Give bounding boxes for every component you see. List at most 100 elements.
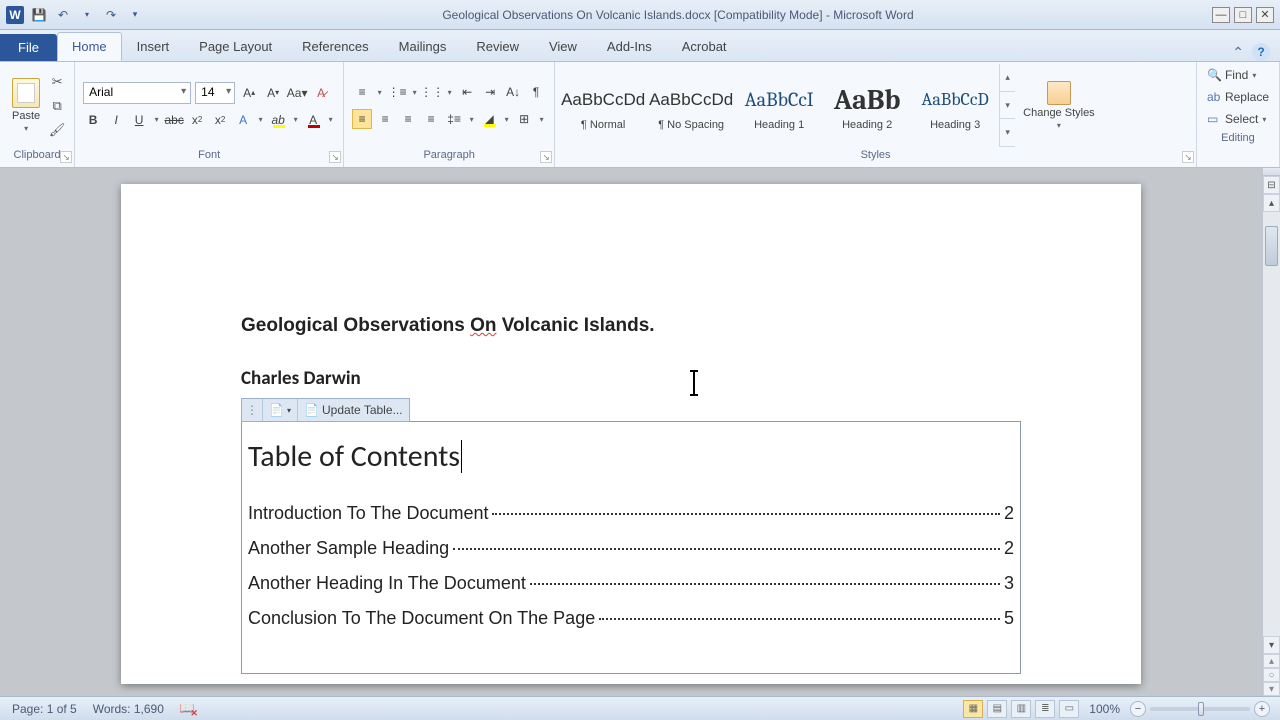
view-full-screen-icon[interactable]: ▤ (987, 700, 1007, 718)
undo-dropdown-icon[interactable]: ▾ (78, 6, 96, 24)
line-spacing-icon[interactable]: ‡≡ (444, 109, 464, 129)
view-print-layout-icon[interactable]: ▦ (963, 700, 983, 718)
underline-button[interactable]: U (129, 110, 149, 130)
font-size-combo[interactable]: 14 (195, 82, 235, 104)
increase-indent-icon[interactable]: ⇥ (480, 82, 500, 102)
underline-dropdown-icon[interactable]: ▾ (152, 115, 161, 124)
numbering-icon[interactable]: ⋮≡ (387, 82, 407, 102)
multilevel-dropdown-icon[interactable]: ▾ (445, 82, 454, 102)
tab-acrobat[interactable]: Acrobat (667, 32, 742, 61)
find-button[interactable]: 🔍Find ▾ (1205, 66, 1271, 84)
document-title[interactable]: Geological Observations On Volcanic Isla… (241, 314, 1021, 337)
split-handle[interactable] (1263, 168, 1280, 176)
show-hide-icon[interactable]: ¶ (526, 82, 546, 102)
toc-entry[interactable]: Introduction To The Document 2 (248, 503, 1014, 524)
shading-dropdown-icon[interactable]: ▾ (502, 109, 511, 129)
scroll-up-icon[interactable]: ▴ (1263, 194, 1280, 212)
help-icon[interactable]: ? (1252, 43, 1270, 61)
paragraph-launcher-icon[interactable]: ↘ (540, 151, 552, 163)
zoom-thumb[interactable] (1198, 702, 1204, 716)
strikethrough-button[interactable]: abc (164, 110, 184, 130)
change-styles-button[interactable]: Change Styles ▾ (1015, 64, 1103, 147)
styles-expand-icon[interactable]: ▾ (1000, 119, 1015, 147)
font-launcher-icon[interactable]: ↘ (329, 151, 341, 163)
next-page-icon[interactable]: ▾ (1263, 682, 1280, 696)
multilevel-icon[interactable]: ⋮⋮ (422, 82, 442, 102)
document-area[interactable]: Geological Observations On Volcanic Isla… (0, 168, 1262, 696)
sort-icon[interactable]: A↓ (503, 82, 523, 102)
styles-launcher-icon[interactable]: ↘ (1182, 151, 1194, 163)
browse-object-icon[interactable]: ○ (1263, 668, 1280, 682)
tab-home[interactable]: Home (57, 32, 122, 61)
tab-review[interactable]: Review (461, 32, 534, 61)
redo-icon[interactable]: ↷ (102, 6, 120, 24)
bold-button[interactable]: B (83, 110, 103, 130)
close-button[interactable]: ✕ (1256, 7, 1274, 23)
subscript-button[interactable]: x2 (187, 110, 207, 130)
shading-icon[interactable]: ◢ (479, 109, 499, 129)
status-page[interactable]: Page: 1 of 5 (12, 702, 77, 716)
tab-references[interactable]: References (287, 32, 383, 61)
styles-scroll-down-icon[interactable]: ▾ (1000, 92, 1015, 120)
borders-icon[interactable]: ⊞ (514, 109, 534, 129)
toc-entry[interactable]: Another Sample Heading 2 (248, 538, 1014, 559)
undo-icon[interactable]: ↶ (54, 6, 72, 24)
cut-icon[interactable]: ✂ (48, 73, 66, 91)
highlight-dropdown-icon[interactable]: ▾ (291, 115, 300, 124)
proofing-errors-icon[interactable] (180, 701, 196, 717)
save-icon[interactable]: 💾 (30, 6, 48, 24)
word-app-icon[interactable]: W (6, 6, 24, 24)
maximize-button[interactable]: □ (1234, 7, 1252, 23)
align-justify-icon[interactable]: ≡ (421, 109, 441, 129)
scroll-down-icon[interactable]: ▾ (1263, 636, 1280, 654)
view-outline-icon[interactable]: ≣ (1035, 700, 1055, 718)
toc-update-button[interactable]: 📄Update Table... (298, 399, 409, 421)
file-tab[interactable]: File (0, 34, 57, 61)
tab-view[interactable]: View (534, 32, 592, 61)
align-right-icon[interactable]: ≡ (398, 109, 418, 129)
paste-button[interactable]: Paste ▾ (8, 74, 44, 137)
decrease-indent-icon[interactable]: ⇤ (457, 82, 477, 102)
clear-formatting-icon[interactable]: A̷ (311, 83, 331, 103)
toc-heading[interactable]: Table of Contents (248, 438, 460, 475)
shrink-font-icon[interactable]: A▾ (263, 83, 283, 103)
grow-font-icon[interactable]: A▴ (239, 83, 259, 103)
zoom-level[interactable]: 100% (1089, 702, 1120, 716)
previous-page-icon[interactable]: ▴ (1263, 654, 1280, 668)
toc-options-button[interactable]: 📄▾ (263, 399, 298, 421)
minimize-button[interactable]: — (1212, 7, 1230, 23)
font-name-combo[interactable]: Arial (83, 82, 191, 104)
bullets-icon[interactable]: ≡ (352, 82, 372, 102)
replace-button[interactable]: abReplace (1205, 88, 1271, 106)
toc-entry[interactable]: Conclusion To The Document On The Page 5 (248, 608, 1014, 629)
text-effects-dropdown-icon[interactable]: ▾ (256, 115, 265, 124)
zoom-out-button[interactable]: − (1130, 701, 1146, 717)
clipboard-launcher-icon[interactable]: ↘ (60, 151, 72, 163)
view-draft-icon[interactable]: ▭ (1059, 700, 1079, 718)
qat-customize-icon[interactable]: ▾ (126, 6, 144, 24)
view-web-layout-icon[interactable]: ▥ (1011, 700, 1031, 718)
font-color-button[interactable]: A (303, 110, 323, 130)
change-case-icon[interactable]: Aa▾ (287, 83, 307, 103)
toc-field[interactable]: Table of Contents Introduction To The Do… (241, 421, 1021, 674)
align-left-icon[interactable]: ≡ (352, 109, 372, 129)
select-button[interactable]: ▭Select ▾ (1205, 110, 1271, 128)
tab-mailings[interactable]: Mailings (384, 32, 462, 61)
numbering-dropdown-icon[interactable]: ▾ (410, 82, 419, 102)
superscript-button[interactable]: x2 (210, 110, 230, 130)
zoom-track[interactable] (1150, 707, 1250, 711)
status-words[interactable]: Words: 1,690 (93, 702, 164, 716)
style-heading-2[interactable]: AaBb Heading 2 (823, 64, 911, 147)
style-no-spacing[interactable]: AaBbCcDd ¶ No Spacing (647, 64, 735, 147)
tab-page-layout[interactable]: Page Layout (184, 32, 287, 61)
line-spacing-dropdown-icon[interactable]: ▾ (467, 109, 476, 129)
style-normal[interactable]: AaBbCcDd ¶ Normal (559, 64, 647, 147)
font-color-dropdown-icon[interactable]: ▾ (326, 115, 335, 124)
format-painter-icon[interactable]: 🖌 (48, 121, 66, 139)
minimize-ribbon-icon[interactable]: ⌃ (1232, 44, 1244, 61)
page[interactable]: Geological Observations On Volcanic Isla… (121, 184, 1141, 684)
toc-handle-icon[interactable]: ⋮ (242, 399, 263, 421)
italic-button[interactable]: I (106, 110, 126, 130)
scroll-thumb[interactable] (1265, 226, 1278, 266)
ruler-toggle-icon[interactable]: ⊟ (1263, 176, 1280, 194)
